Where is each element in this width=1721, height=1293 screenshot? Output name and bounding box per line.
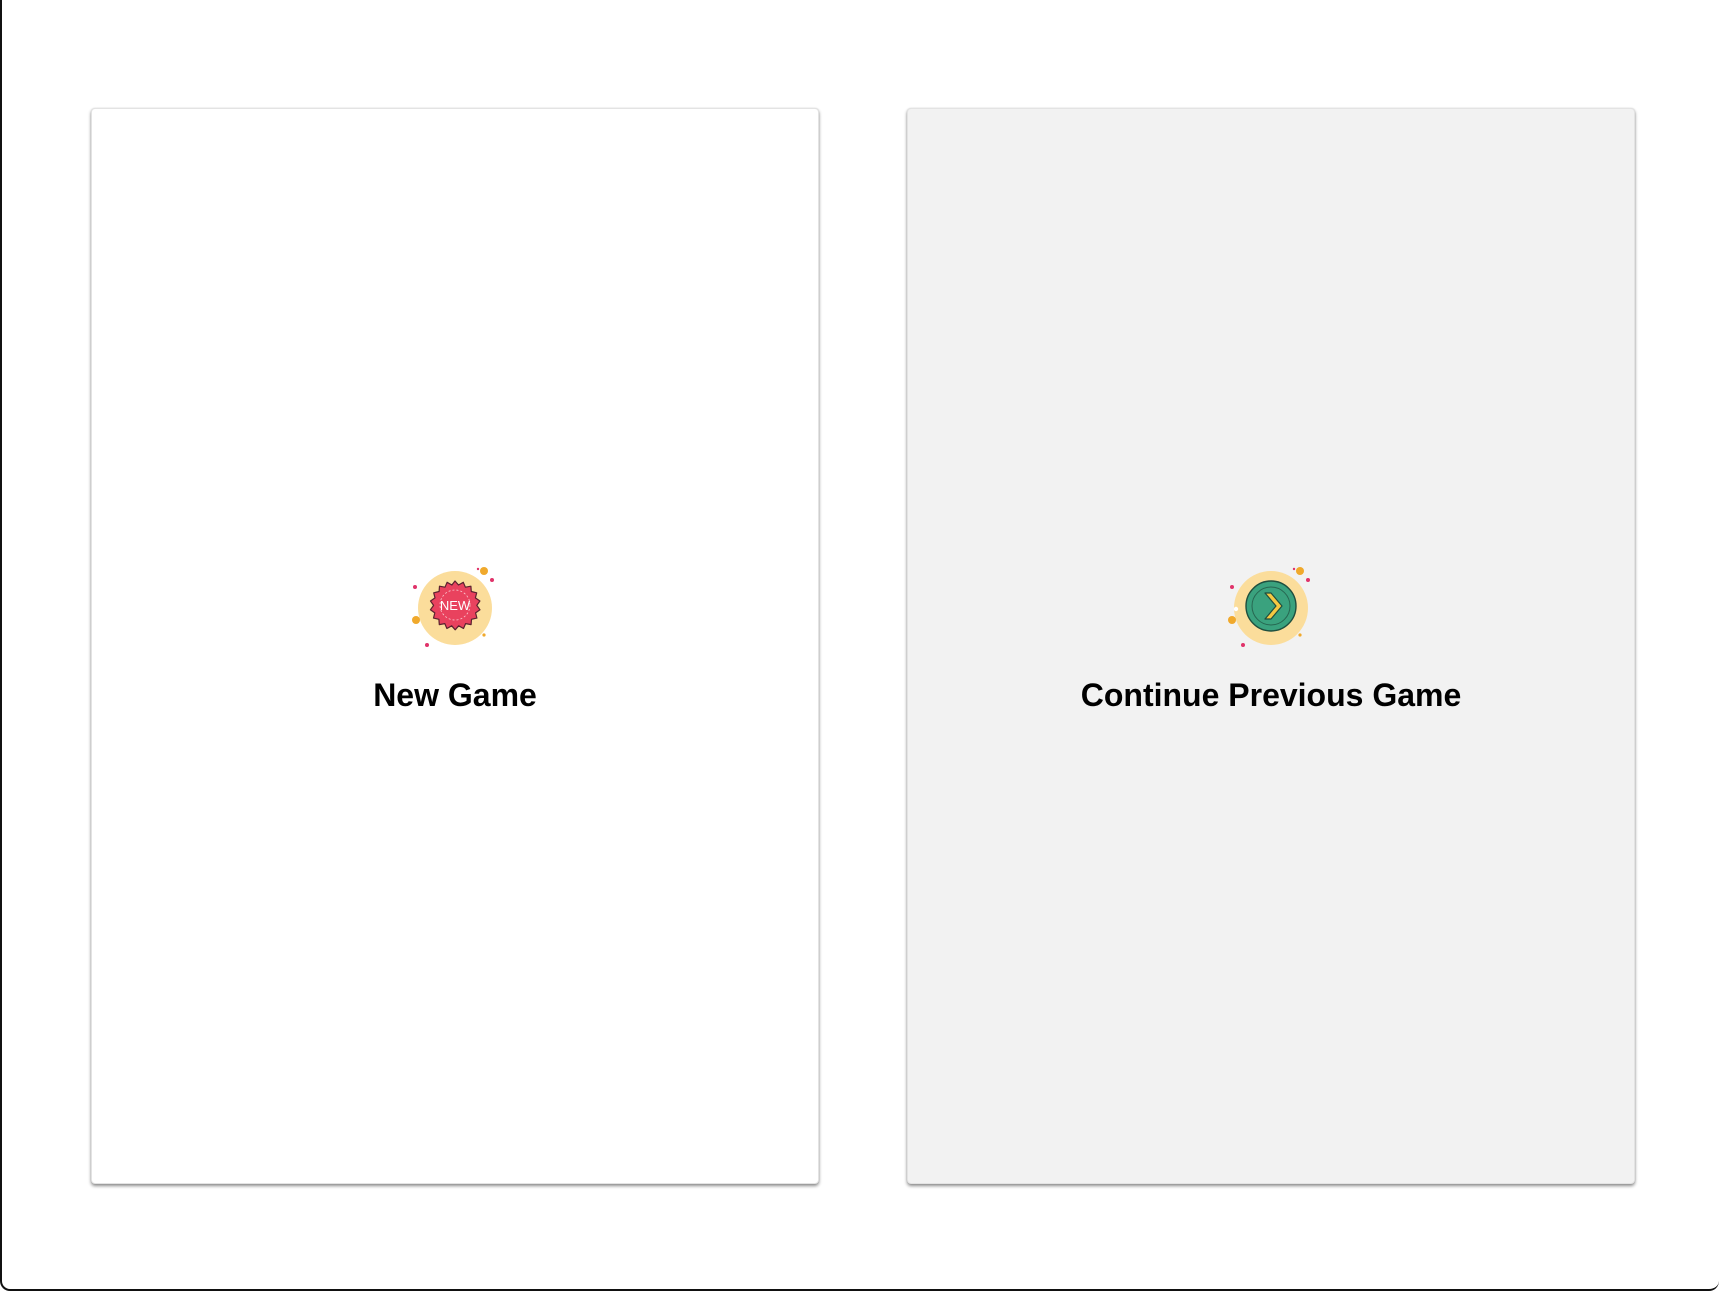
new-game-card[interactable]: NEW New Game <box>91 108 819 1184</box>
new-game-label: New Game <box>373 677 537 713</box>
app-window: NEW New Game Continue Previous Game <box>0 0 1719 1291</box>
continue-arrow-icon <box>1228 565 1314 651</box>
new-badge-text: NEW <box>440 598 471 613</box>
continue-game-label: Continue Previous Game <box>1080 677 1462 713</box>
new-badge-icon: NEW <box>412 565 498 651</box>
continue-game-card[interactable]: Continue Previous Game <box>907 108 1635 1184</box>
